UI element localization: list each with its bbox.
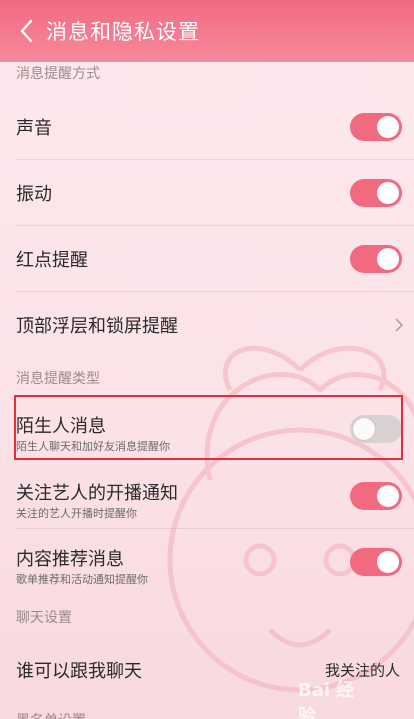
artist-label: 关注艺人的开播通知 [16,483,178,504]
artist-desc: 关注的艺人开播时提醒你 [16,507,137,520]
toggle-knob [377,484,399,507]
float-lock-label: 顶部浮层和锁屏提醒 [16,315,178,337]
highlight-box [14,395,403,460]
vibrate-toggle[interactable] [350,178,402,207]
row-vibrate: 振动 [0,160,414,225]
who-chat-label: 谁可以跟我聊天 [16,660,142,682]
row-float-lock[interactable]: 顶部浮层和锁屏提醒 [0,292,414,357]
vibrate-label: 振动 [16,183,52,205]
section-label-chat: 聊天设置 [16,610,72,626]
sound-label: 声音 [16,117,52,139]
section-label-method: 消息提醒方式 [16,66,100,82]
page-title: 消息和隐私设置 [46,20,200,44]
chevron-right-icon [395,318,403,331]
recommend-toggle[interactable] [350,547,402,576]
sound-toggle[interactable] [350,112,402,141]
row-recommend: 内容推荐消息 歌单推荐和活动通知提醒你 [0,529,414,594]
artist-toggle[interactable] [350,481,402,510]
top-bar: 消息和隐私设置 [0,0,414,62]
back-arrow-icon[interactable] [8,11,44,51]
recommend-label: 内容推荐消息 [16,549,124,570]
toggle-knob [377,247,399,270]
section-label-bottom: 黑名单设置 [16,710,86,719]
recommend-desc: 歌单推荐和活动通知提醒你 [16,573,148,586]
row-sound: 声音 [0,94,414,159]
toggle-knob [377,181,399,204]
row-red-dot: 红点提醒 [0,226,414,291]
toggle-knob [377,115,399,138]
section-label-type: 消息提醒类型 [16,371,100,387]
row-artist: 关注艺人的开播通知 关注的艺人开播时提醒你 [0,463,414,528]
watermark-logo: Bai 经验 [298,680,355,719]
settings-page: 消息和隐私设置 消息提醒方式 声音 振动 红点提醒 顶部浮层和锁屏提醒 消息提醒… [0,0,414,719]
red-dot-toggle[interactable] [350,244,402,273]
toggle-knob [377,550,399,573]
red-dot-label: 红点提醒 [16,249,88,271]
